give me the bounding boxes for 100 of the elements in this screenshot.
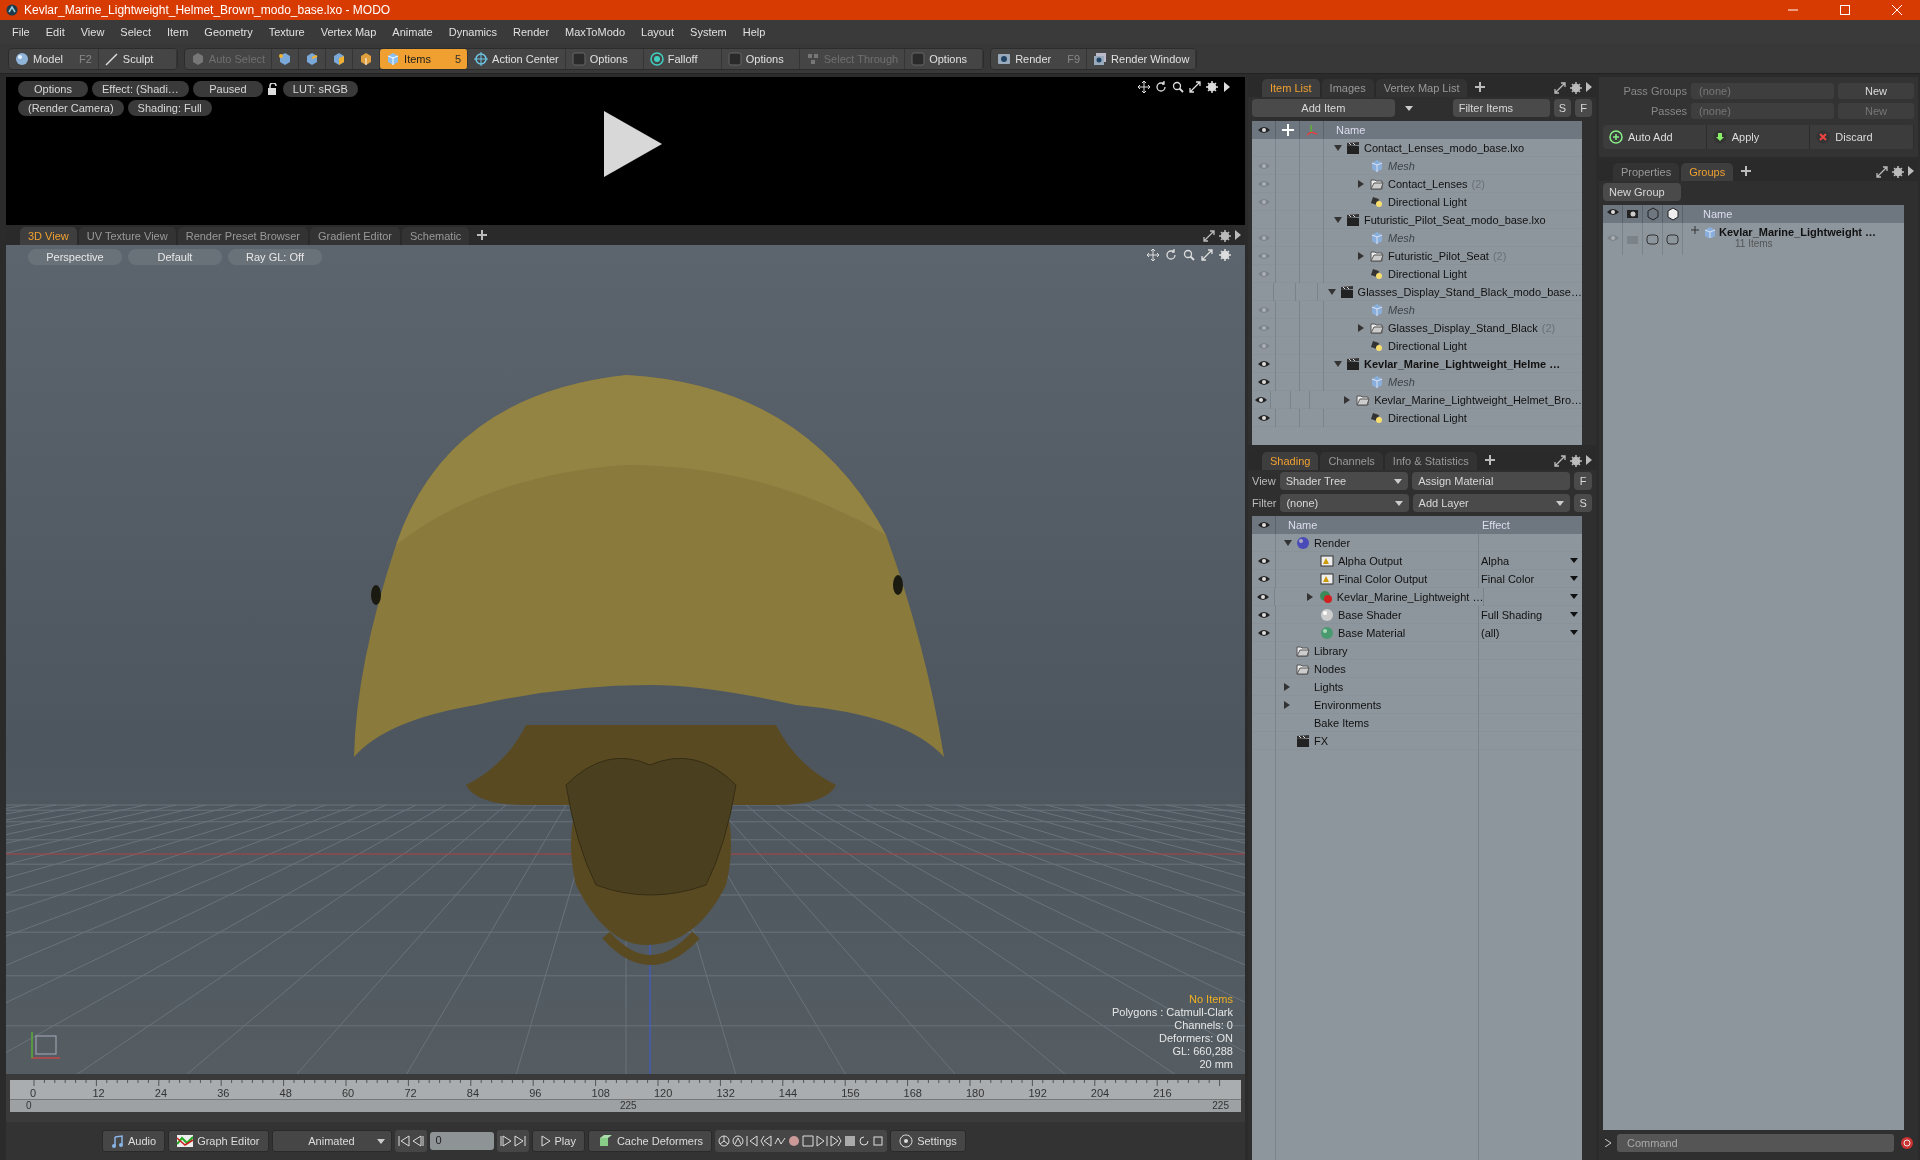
toggle-button[interactable]: S [1553,99,1571,117]
layer-name[interactable]: Kevlar_Marine_Lightweight … [1336,590,1484,603]
next-key-icon[interactable] [816,1135,829,1147]
layer-name[interactable]: Library [1314,644,1348,657]
model-button[interactable]: Model F2 [9,48,99,69]
layer-name[interactable]: Render [1314,536,1351,549]
rotate-icon[interactable] [858,1135,871,1147]
toolbar-button[interactable]: Cache Deformers [587,1130,713,1152]
collapse-arrow-icon[interactable] [1358,323,1364,332]
expand-arrow-icon[interactable] [1284,539,1292,546]
menu-item[interactable]: MaxToModo [557,26,633,38]
preview-button[interactable]: Options [18,81,88,97]
item-name[interactable]: Mesh [1388,159,1415,172]
checkbox-icon[interactable] [1666,233,1679,245]
item-name[interactable]: Directional Light [1388,195,1467,208]
rotate-icon[interactable] [1155,81,1167,93]
next-key-icon[interactable] [830,1135,843,1147]
visibility-eye-icon[interactable] [1256,125,1271,135]
arrow-right-icon[interactable] [1235,230,1241,240]
menu-item[interactable]: Texture [260,26,313,38]
search-icon[interactable] [1172,81,1184,93]
visibility-eye-icon[interactable] [1255,591,1270,602]
menu-item[interactable]: File [4,26,38,38]
expand-icon[interactable] [1554,455,1566,467]
expand-arrow-icon[interactable] [1334,360,1342,367]
item-name[interactable]: Kevlar_Marine_Lightweight_Helmet_Bro… [1374,393,1582,406]
item-name[interactable]: Glasses_Display_Stand_Black_modo_base… [1357,285,1582,298]
toggle-button[interactable]: S [1574,494,1592,512]
options-button[interactable]: Options [905,48,984,69]
view-option-button[interactable]: Perspective [28,249,122,265]
expand-icon[interactable] [1876,166,1888,178]
visibility-eye-icon[interactable] [1256,573,1271,584]
render-button[interactable]: Render F9 [991,48,1088,69]
item-name[interactable]: Directional Light [1388,411,1467,424]
expand-plus-icon[interactable] [1691,226,1699,234]
filter-items-field[interactable]: Filter Items [1452,99,1550,117]
square-icon[interactable] [872,1135,885,1147]
cube-icon[interactable] [1665,207,1680,221]
panel-tab[interactable]: Properties [1613,163,1680,181]
item-name[interactable]: Directional Light [1388,267,1467,280]
new-group-button[interactable]: New Group [1603,183,1681,201]
menu-item[interactable]: Animate [384,26,441,38]
arrow-right-icon[interactable] [1586,455,1592,465]
preview-button[interactable]: Paused [192,81,263,97]
add-tab-icon[interactable] [477,230,488,240]
view-dropdown[interactable]: Shader Tree [1279,472,1409,490]
view-option-button[interactable]: Ray GL: Off [228,249,322,265]
menu-item[interactable]: Help [734,26,774,38]
menu-item[interactable]: View [72,26,113,38]
collapse-arrow-icon[interactable] [1358,251,1364,260]
visibility-eye-icon[interactable] [1256,609,1271,620]
visibility-eye-icon[interactable] [1256,376,1271,387]
menu-item[interactable]: Render [505,26,558,38]
first-frame-icon[interactable] [397,1135,410,1147]
dropdown-arrow-icon[interactable] [1570,612,1578,617]
add-tab-icon[interactable] [1484,455,1495,465]
visibility-eye-icon[interactable] [1256,627,1271,638]
add-layer-dropdown[interactable]: Add Layer [1412,494,1571,512]
settings-icon[interactable] [1206,81,1218,93]
preview-button[interactable]: LUT: sRGB [282,81,358,97]
visibility-eye-icon[interactable] [1256,358,1271,369]
item-name[interactable]: Futuristic_Pilot_Seat_modo_base.lxo [1364,213,1546,226]
settings-icon[interactable] [1570,82,1582,94]
assign-material-button[interactable]: Assign Material [1412,472,1571,490]
dropdown-arrow-icon[interactable] [1570,594,1578,599]
checkbox-icon[interactable] [1646,233,1659,245]
view-option-button[interactable]: Default [128,249,222,265]
menu-item[interactable]: System [682,26,735,38]
arrow-right-icon[interactable] [1586,82,1592,92]
command-field[interactable]: Command [1617,1134,1894,1152]
panel-tab[interactable]: Item List [1262,79,1320,97]
panel-tab[interactable]: Shading [1262,452,1319,470]
column-header[interactable]: Effect [1482,519,1510,531]
visibility-eye-icon[interactable] [1256,555,1271,566]
preview-button[interactable]: (Render Camera) [18,100,124,116]
expand-icon[interactable] [1189,81,1201,93]
menu-item[interactable]: Layout [633,26,683,38]
expand-arrow-icon[interactable] [1334,216,1342,223]
next-frame-icon[interactable] [499,1135,512,1147]
maximize-icon[interactable] [1839,5,1851,15]
falloff-button[interactable]: Falloff [643,48,722,69]
expand-arrow-icon[interactable] [1327,288,1336,295]
items-button[interactable]: Items 5 [380,48,469,69]
group-name[interactable]: Kevlar_Marine_Lightweight … [1719,226,1877,238]
panel-tab[interactable]: Groups [1681,163,1734,181]
camera-icon[interactable] [1625,207,1640,221]
previous-key-icon[interactable] [760,1135,773,1147]
visibility-eye-icon[interactable] [1256,520,1271,530]
filter-dropdown[interactable]: (none) [1280,494,1409,512]
menu-item[interactable]: Vertex Map [312,26,385,38]
settings-icon[interactable] [1219,230,1231,242]
previous-frame-icon[interactable] [411,1135,424,1147]
sculpt-button[interactable]: Sculpt [98,48,177,69]
add-tab-icon[interactable] [1475,82,1486,92]
dropdown-arrow-icon[interactable] [1570,576,1578,581]
layer-name[interactable]: Base Material [1338,626,1406,639]
item-name[interactable]: Contact_Lenses [1388,177,1468,190]
frame-field[interactable]: 0 [429,1132,494,1150]
layer-name[interactable]: Lights [1314,680,1344,693]
expand-arrow-icon[interactable] [1334,144,1342,151]
